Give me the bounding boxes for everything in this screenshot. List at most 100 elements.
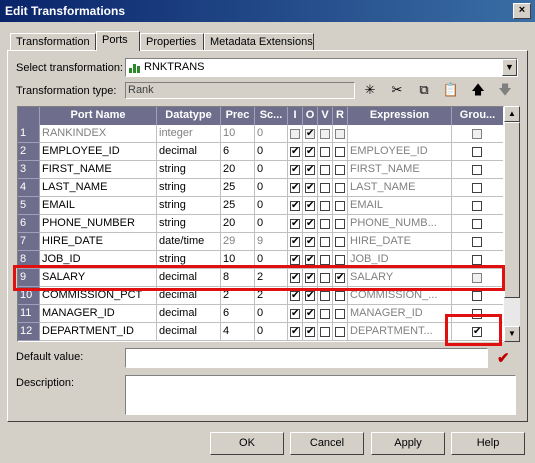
checkbox-group-by[interactable] — [472, 237, 482, 247]
cell-prec[interactable]: 20 — [221, 161, 255, 179]
cell-expression[interactable]: EMAIL — [348, 197, 452, 215]
cell-type[interactable]: decimal — [157, 143, 221, 161]
cell-type[interactable]: date/time — [157, 233, 221, 251]
cell-expression[interactable]: HIRE_DATE — [348, 233, 452, 251]
cell-prec[interactable]: 6 — [221, 143, 255, 161]
cell-expression[interactable]: PHONE_NUMB... — [348, 215, 452, 233]
checkbox-R[interactable] — [335, 147, 345, 157]
col-rank[interactable]: R — [333, 107, 348, 125]
checkbox-R[interactable] — [335, 255, 345, 265]
checkbox-R[interactable] — [335, 165, 345, 175]
checkbox-I[interactable]: ✔ — [290, 237, 300, 247]
checkbox-V[interactable] — [320, 219, 330, 229]
checkbox-O[interactable]: ✔ — [305, 183, 315, 193]
cell-prec[interactable]: 4 — [221, 323, 255, 341]
checkbox-R[interactable] — [335, 219, 345, 229]
ports-grid[interactable]: Port Name Datatype Prec Sc... I O V R Ex… — [17, 106, 504, 342]
row-number[interactable]: 12 — [18, 323, 40, 341]
checkbox-O[interactable]: ✔ — [305, 291, 315, 301]
cell-type[interactable]: decimal — [157, 323, 221, 341]
checkbox-R[interactable] — [335, 309, 345, 319]
cell-name[interactable]: DEPARTMENT_ID — [40, 323, 157, 341]
cell-name[interactable]: PHONE_NUMBER — [40, 215, 157, 233]
checkbox-O[interactable]: ✔ — [305, 219, 315, 229]
table-row[interactable]: 5 EMAIL string 25 0 ✔ ✔ EMAIL — [18, 197, 503, 215]
row-number[interactable]: 3 — [18, 161, 40, 179]
cell-scale[interactable]: 0 — [255, 197, 288, 215]
cell-prec[interactable]: 10 — [221, 125, 255, 143]
checkbox-O[interactable]: ✔ — [305, 165, 315, 175]
checkbox-V[interactable] — [320, 147, 330, 157]
cell-prec[interactable]: 29 — [221, 233, 255, 251]
validate-checkmark-icon[interactable]: ✔ — [497, 349, 510, 367]
row-number[interactable]: 4 — [18, 179, 40, 197]
checkbox-V[interactable] — [320, 309, 330, 319]
col-scale[interactable]: Sc... — [255, 107, 288, 125]
row-number[interactable]: 2 — [18, 143, 40, 161]
default-value-input[interactable] — [125, 348, 488, 368]
cell-expression[interactable]: FIRST_NAME — [348, 161, 452, 179]
checkbox-I[interactable]: ✔ — [290, 309, 300, 319]
checkbox-group-by[interactable] — [472, 165, 482, 175]
cell-expression[interactable]: EMPLOYEE_ID — [348, 143, 452, 161]
cell-name[interactable]: LAST_NAME — [40, 179, 157, 197]
checkbox-group-by[interactable] — [472, 255, 482, 265]
col-group-by[interactable]: Grou... — [452, 107, 503, 125]
tab-transformation[interactable]: Transformation — [10, 33, 96, 50]
select-transformation-dropdown[interactable]: RNKTRANS ▼ — [125, 58, 518, 77]
tab-properties[interactable]: Properties — [140, 33, 204, 50]
cell-prec[interactable]: 6 — [221, 305, 255, 323]
cell-name[interactable]: RANKINDEX — [40, 125, 157, 143]
checkbox-V[interactable] — [320, 129, 330, 139]
checkbox-I[interactable]: ✔ — [290, 165, 300, 175]
move-down-icon[interactable]: 🡇 — [495, 80, 515, 100]
col-input[interactable]: I — [288, 107, 303, 125]
checkbox-I[interactable]: ✔ — [290, 147, 300, 157]
cut-icon[interactable]: ✂ — [387, 80, 407, 100]
copy-icon[interactable]: ⧉ — [414, 80, 434, 100]
table-row[interactable]: 6 PHONE_NUMBER string 20 0 ✔ ✔ PHONE_NUMB... — [18, 215, 503, 233]
move-up-icon[interactable]: 🡅 — [468, 80, 488, 100]
cell-expression[interactable] — [348, 125, 452, 143]
checkbox-I[interactable]: ✔ — [290, 201, 300, 211]
col-datatype[interactable]: Datatype — [157, 107, 221, 125]
checkbox-O[interactable]: ✔ — [305, 309, 315, 319]
row-number[interactable]: 6 — [18, 215, 40, 233]
checkbox-I[interactable]: ✔ — [290, 327, 300, 337]
table-row[interactable]: 3 FIRST_NAME string 20 0 ✔ ✔ FIRST_NAME — [18, 161, 503, 179]
tab-ports[interactable]: Ports — [96, 31, 140, 51]
cell-scale[interactable]: 0 — [255, 305, 288, 323]
checkbox-I[interactable]: ✔ — [290, 291, 300, 301]
checkbox-V[interactable] — [320, 201, 330, 211]
col-expression[interactable]: Expression — [348, 107, 452, 125]
checkbox-O[interactable]: ✔ — [305, 237, 315, 247]
cell-prec[interactable]: 25 — [221, 197, 255, 215]
cell-name[interactable]: FIRST_NAME — [40, 161, 157, 179]
tab-metadata-extensions[interactable]: Metadata Extensions — [204, 33, 314, 50]
col-prec[interactable]: Prec — [221, 107, 255, 125]
row-number[interactable]: 11 — [18, 305, 40, 323]
checkbox-I[interactable]: ✔ — [290, 219, 300, 229]
checkbox-group-by[interactable] — [472, 291, 482, 301]
description-textarea[interactable] — [125, 375, 516, 415]
checkbox-O[interactable]: ✔ — [305, 129, 315, 139]
checkbox-R[interactable] — [335, 291, 345, 301]
table-row[interactable]: 12 DEPARTMENT_ID decimal 4 0 ✔ ✔ DEPARTMENT... ✔ — [18, 323, 503, 341]
cell-scale[interactable]: 9 — [255, 233, 288, 251]
ok-button[interactable]: OK — [210, 432, 284, 455]
checkbox-R[interactable] — [335, 327, 345, 337]
cell-expression[interactable]: LAST_NAME — [348, 179, 452, 197]
cell-name[interactable]: MANAGER_ID — [40, 305, 157, 323]
cell-scale[interactable]: 0 — [255, 161, 288, 179]
cell-expression[interactable]: MANAGER_ID — [348, 305, 452, 323]
table-row[interactable]: 7 HIRE_DATE date/time 29 9 ✔ ✔ HIRE_DATE — [18, 233, 503, 251]
checkbox-V[interactable] — [320, 327, 330, 337]
table-row[interactable]: 2 EMPLOYEE_ID decimal 6 0 ✔ ✔ EMPLOYEE_ID — [18, 143, 503, 161]
cell-type[interactable]: string — [157, 161, 221, 179]
row-number[interactable]: 7 — [18, 233, 40, 251]
row-number[interactable]: 1 — [18, 125, 40, 143]
checkbox-I[interactable]: ✔ — [290, 255, 300, 265]
table-row[interactable]: 1 RANKINDEX integer 10 0 ✔ — [18, 125, 503, 143]
col-variable[interactable]: V — [318, 107, 333, 125]
grid-scrollbar[interactable]: ▲ ▼ — [504, 106, 520, 342]
